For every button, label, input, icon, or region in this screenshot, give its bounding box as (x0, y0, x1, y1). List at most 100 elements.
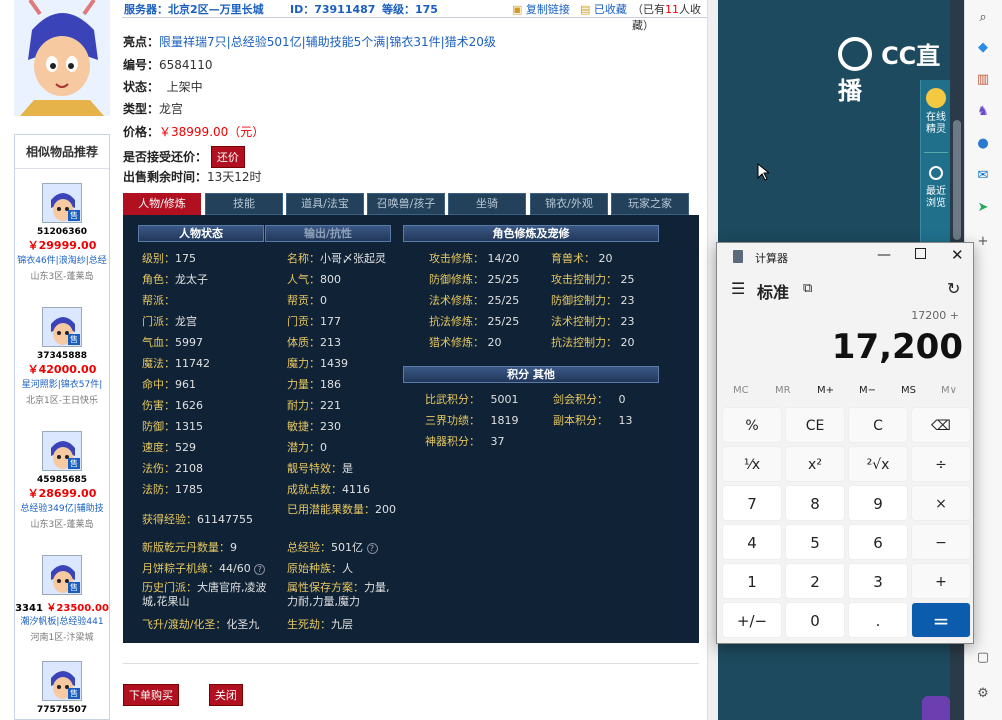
similar-item[interactable]: 售 45985685 ￥28699.00 总经验349亿|辅助技 山东3区-蓬莱… (15, 431, 109, 530)
recent-browse-label: 最近浏览 (926, 186, 946, 209)
digit-2-button[interactable]: 2 (785, 563, 845, 599)
settings-icon[interactable]: ⚙ (975, 686, 991, 702)
close-window-button[interactable]: ✕ (951, 246, 964, 264)
memory-subtract-button[interactable]: M− (859, 385, 876, 396)
memory-list-button[interactable]: M∨ (941, 385, 957, 396)
clear-entry-button[interactable]: CE (785, 407, 845, 443)
similar-item[interactable]: 售 3341 ￥23500.00 潮汐帆板|总经验441 河南1区-汴梁城 (15, 555, 109, 643)
stat-key: 命中： (142, 378, 175, 391)
calculator-titlebar[interactable]: 计算器 — ✕ (717, 243, 973, 271)
collect-count-prefix: （已有 (632, 3, 665, 16)
tab-outfits[interactable]: 锦衣/外观 (530, 193, 608, 215)
split-screen-icon[interactable]: ▢ (975, 650, 991, 666)
similar-item-desc[interactable]: 总经验349亿|辅助技 (15, 501, 109, 514)
search-icon[interactable]: ⌕ (975, 10, 991, 26)
copy-link-button[interactable]: ▣ 复制链接 (512, 1, 570, 17)
minimize-button[interactable]: — (877, 247, 891, 263)
similar-item-thumbnail[interactable]: 售 (42, 183, 82, 223)
tab-items[interactable]: 道具/法宝 (286, 193, 364, 215)
id-value: 6584110 (159, 58, 213, 72)
online-helper-button[interactable]: 在线精灵 (921, 88, 951, 136)
digit-6-button[interactable]: 6 (848, 524, 908, 560)
help-icon[interactable]: ? (366, 542, 378, 554)
toolbox-icon[interactable]: ▥ (975, 72, 991, 88)
header-output[interactable]: 输出/抗性 (265, 225, 391, 242)
stat-guild-contrib: 帮贡：0 (287, 292, 327, 308)
similar-item-id: 51206360 (36, 227, 88, 237)
divide-button[interactable]: ÷ (911, 446, 971, 482)
memory-clear-button[interactable]: MC (733, 385, 749, 396)
scroll-thumb[interactable] (953, 120, 961, 240)
games-icon[interactable]: ♞ (975, 104, 991, 120)
backspace-button[interactable]: ⌫ (911, 407, 971, 443)
minus-button[interactable]: − (911, 524, 971, 560)
digit-1-button[interactable]: 1 (722, 563, 782, 599)
collected-button[interactable]: ▤ 已收藏 (580, 1, 627, 17)
stat-value: 九层 (331, 618, 353, 631)
digit-7-button[interactable]: 7 (722, 485, 782, 521)
digit-4-button[interactable]: 4 (722, 524, 782, 560)
history-icon[interactable]: ↻ (947, 279, 960, 298)
percent-button[interactable]: % (722, 407, 782, 443)
tab-mounts[interactable]: 坐骑 (448, 193, 526, 215)
similar-item-desc[interactable]: 星河照影|锦衣57件| (15, 377, 109, 390)
stat-value: 200 (375, 503, 396, 516)
digit-0-button[interactable]: 0 (785, 602, 845, 638)
similar-item-desc[interactable]: 锦衣46件|浪淘纱|总经 (15, 253, 109, 266)
memory-recall-button[interactable]: MR (775, 385, 791, 396)
stat-value: 1626 (175, 399, 203, 412)
similar-items-title: 相似物品推荐 (15, 135, 109, 169)
stat-value: 13 (618, 414, 633, 427)
digit-5-button[interactable]: 5 (785, 524, 845, 560)
collect-count: （已有11人收藏） (632, 1, 712, 33)
reciprocal-button[interactable]: ¹⁄x (722, 446, 782, 482)
maximize-button[interactable] (915, 248, 926, 259)
sqrt-button[interactable]: ²√x (848, 446, 908, 482)
help-icon[interactable]: ? (254, 563, 266, 575)
similar-item[interactable]: 售 37345888 ￥42000.00 星河照影|锦衣57件| 北京1区-王日… (15, 307, 109, 406)
multiply-button[interactable]: × (911, 485, 971, 521)
buy-button[interactable]: 下单购买 (123, 684, 179, 706)
stat-key: 法防： (142, 483, 175, 496)
square-button[interactable]: x² (785, 446, 845, 482)
keep-on-top-icon[interactable]: ⧉ (803, 281, 812, 296)
similar-item-desc[interactable]: 潮汐帆板|总经验441 (15, 614, 109, 627)
tab-character[interactable]: 人物/修炼 (123, 193, 201, 215)
helper-avatar-icon (926, 88, 946, 108)
stat-value: 213 (320, 336, 341, 349)
plus-button[interactable]: + (911, 563, 971, 599)
similar-item[interactable]: 售 51206360 ￥29999.00 锦衣46件|浪淘纱|总经 山东3区-蓬… (15, 183, 109, 282)
decimal-button[interactable]: . (848, 602, 908, 638)
add-icon[interactable]: + (975, 234, 991, 250)
clear-button[interactable]: C (848, 407, 908, 443)
negate-button[interactable]: +/− (722, 602, 782, 638)
outlook-icon[interactable]: ✉ (975, 168, 991, 184)
detail-tabs: 人物/修炼 技能 道具/法宝 召唤兽/孩子 坐骑 锦衣/外观 玩家之家 (123, 193, 699, 215)
stat-key: 新版乾元丹数量： (142, 541, 230, 554)
similar-item-thumbnail[interactable]: 售 (42, 555, 82, 595)
similar-item-thumbnail[interactable]: 售 (42, 307, 82, 347)
close-button[interactable]: 关闭 (208, 684, 243, 706)
equals-button[interactable]: = (911, 602, 971, 638)
bargain-button[interactable]: 还价 (210, 146, 245, 168)
send-icon[interactable]: ➤ (975, 200, 991, 216)
similar-item-thumbnail[interactable]: 售 (42, 431, 82, 471)
recent-browse-button[interactable]: 最近浏览 (921, 166, 951, 210)
memory-add-button[interactable]: M+ (817, 385, 834, 396)
digit-9-button[interactable]: 9 (848, 485, 908, 521)
office-icon[interactable]: ● (975, 136, 991, 152)
memory-store-button[interactable]: MS (901, 385, 916, 396)
menu-icon[interactable]: ☰ (731, 279, 745, 298)
stat-potential-fruit: 已用潜能果数量：200 (287, 503, 397, 517)
tab-home[interactable]: 玩家之家 (611, 193, 689, 215)
similar-item-thumbnail[interactable]: 售 (42, 661, 82, 701)
similar-item[interactable]: 售 77575507 (15, 661, 109, 715)
digit-3-button[interactable]: 3 (848, 563, 908, 599)
tab-skills[interactable]: 技能 (205, 193, 283, 215)
digit-8-button[interactable]: 8 (785, 485, 845, 521)
copilot-icon[interactable]: ◆ (975, 40, 991, 56)
stat-value: 1819 (490, 414, 519, 427)
tab-pets[interactable]: 召唤兽/孩子 (367, 193, 445, 215)
header-status[interactable]: 人物状态 (138, 225, 264, 242)
brain-icon[interactable] (922, 696, 950, 720)
